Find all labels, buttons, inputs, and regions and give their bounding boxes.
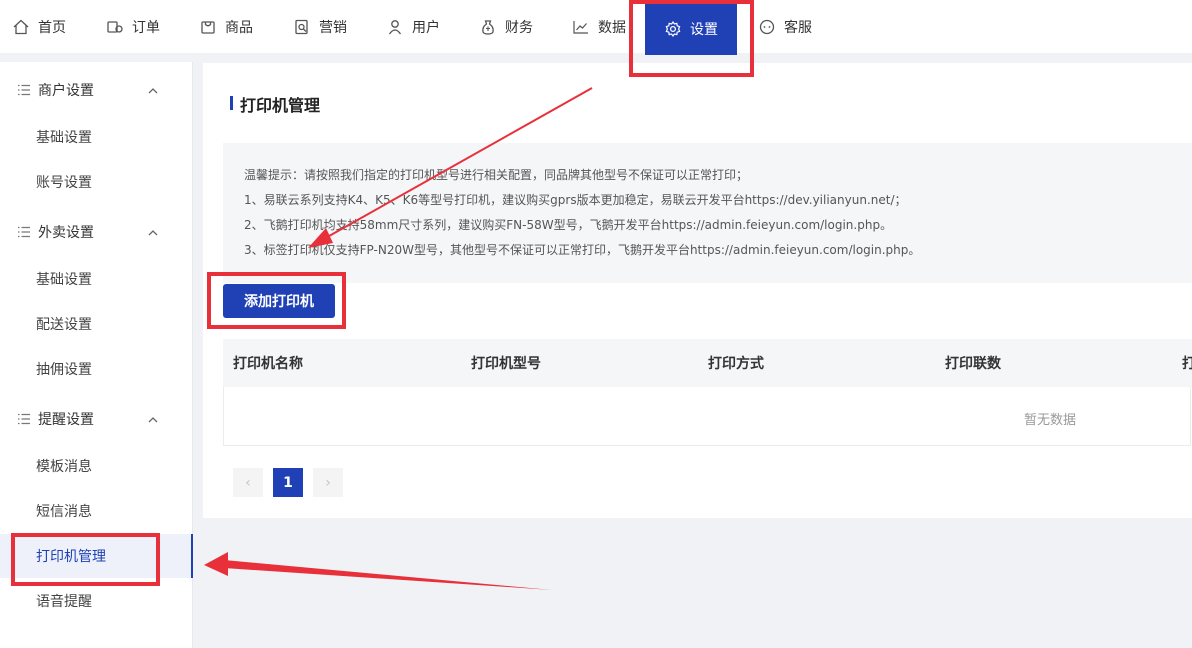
- add-printer-button[interactable]: 添加打印机: [223, 284, 335, 318]
- chevron-up-icon: [148, 417, 158, 423]
- nav-label: 商品: [225, 19, 253, 36]
- home-icon: [13, 19, 29, 34]
- sidebar-item-label: 打印机管理: [36, 549, 106, 565]
- empty-text: 暂无数据: [1024, 413, 1077, 428]
- chart-line-icon: [573, 20, 588, 34]
- service-chat-icon: [759, 19, 775, 34]
- sidebar-group-takeout[interactable]: 外卖设置: [0, 210, 192, 254]
- sidebar-item-delivery[interactable]: 配送设置: [0, 302, 192, 346]
- list-icon: [18, 226, 30, 238]
- top-nav: 首页 订单 商品 营销 用户 财务 数据 设置 客服: [0, 0, 1192, 55]
- tip-line: 1、易联云系列支持K4、K5、K6等型号打印机，建议购买gprs版本更加稳定，易…: [244, 193, 907, 207]
- marketing-icon: [295, 19, 308, 34]
- column-header-model: 打印机型号: [471, 356, 541, 372]
- sidebar: 商户设置 基础设置 账号设置 外卖设置 基础设置 配送设置 抽佣设置 提醒设置 …: [0, 62, 193, 648]
- nav-item-data[interactable]: 数据: [572, 0, 626, 53]
- nav-label: 数据: [598, 19, 626, 36]
- nav-item-home[interactable]: 首页: [12, 0, 66, 53]
- tip-line: 2、飞鹅打印机均支持58mm尺寸系列，建议购买FN-58W型号，飞鹅开发平台ht…: [244, 218, 893, 232]
- chevron-up-icon: [148, 230, 158, 236]
- nav-item-marketing[interactable]: 营销: [293, 0, 347, 53]
- sidebar-item-sms-msg[interactable]: 短信消息: [0, 489, 192, 533]
- nav-item-settings[interactable]: 设置: [645, 3, 737, 55]
- sidebar-item-basic-settings[interactable]: 基础设置: [0, 115, 192, 159]
- nav-item-user[interactable]: 用户: [386, 0, 440, 53]
- sidebar-group-label: 商户设置: [38, 83, 94, 99]
- nav-label: 客服: [784, 19, 812, 36]
- column-header-copies: 打印联数: [945, 356, 1001, 372]
- sidebar-group-label: 提醒设置: [38, 412, 94, 428]
- active-indicator: [191, 534, 193, 578]
- finance-icon: [482, 19, 494, 35]
- tips-box: [223, 143, 1192, 283]
- sidebar-item-label: 基础设置: [36, 130, 92, 146]
- sidebar-item-label: 账号设置: [36, 175, 92, 191]
- sidebar-item-account-settings[interactable]: 账号设置: [0, 160, 192, 204]
- sidebar-item-commission[interactable]: 抽佣设置: [0, 347, 192, 391]
- order-icon: [107, 20, 123, 33]
- sidebar-item-label: 配送设置: [36, 317, 92, 333]
- column-header-mode: 打印方式: [708, 356, 764, 372]
- chevron-up-icon: [148, 88, 158, 94]
- nav-item-goods[interactable]: 商品: [199, 0, 253, 53]
- pagination-prev-button[interactable]: ‹: [233, 468, 263, 497]
- sidebar-item-label: 语音提醒: [36, 594, 92, 610]
- pagination-next-button[interactable]: ›: [313, 468, 343, 497]
- page-title: 打印机管理: [240, 96, 321, 115]
- nav-item-service[interactable]: 客服: [758, 0, 812, 53]
- sidebar-item-label: 短信消息: [36, 504, 92, 520]
- nav-label: 首页: [38, 19, 66, 36]
- sidebar-item-label: 基础设置: [36, 272, 92, 288]
- list-icon: [18, 84, 30, 96]
- nav-item-order[interactable]: 订单: [106, 0, 160, 53]
- nav-item-finance[interactable]: 财务: [479, 0, 533, 53]
- nav-label: 设置: [690, 22, 718, 38]
- sidebar-item-template-msg[interactable]: 模板消息: [0, 444, 192, 488]
- sidebar-group-merchant[interactable]: 商户设置: [0, 68, 192, 112]
- title-accent-bar: [230, 96, 233, 110]
- nav-label: 营销: [319, 19, 347, 36]
- main-panel: [203, 63, 1192, 518]
- arrow-to-printer-item: [204, 552, 552, 590]
- goods-icon: [201, 20, 215, 34]
- tip-line: 3、标签打印机仅支持FP-N20W型号，其他型号不保证可以正常打印，飞鹅开发平台…: [244, 243, 921, 257]
- sidebar-item-voice-reminder[interactable]: 语音提醒: [0, 579, 192, 623]
- user-icon: [388, 19, 402, 34]
- column-header-name: 打印机名称: [233, 356, 303, 372]
- nav-label: 用户: [412, 19, 440, 36]
- gear-icon: [665, 20, 681, 38]
- nav-label: 财务: [505, 19, 533, 36]
- sidebar-item-label: 模板消息: [36, 459, 92, 475]
- sidebar-item-printer-management[interactable]: 打印机管理: [0, 534, 193, 578]
- sidebar-group-reminder[interactable]: 提醒设置: [0, 397, 192, 441]
- pagination-page-1[interactable]: 1: [273, 468, 303, 497]
- sidebar-item-label: 抽佣设置: [36, 362, 92, 378]
- tip-line: 温馨提示：请按照我们指定的打印机型号进行相关配置，同品牌其他型号不保证可以正常打…: [244, 168, 749, 182]
- list-icon: [18, 413, 30, 425]
- sidebar-group-label: 外卖设置: [38, 225, 94, 241]
- column-header-truncated: 打: [1182, 356, 1192, 372]
- sidebar-item-takeout-basic[interactable]: 基础设置: [0, 257, 192, 301]
- nav-label: 订单: [132, 19, 160, 36]
